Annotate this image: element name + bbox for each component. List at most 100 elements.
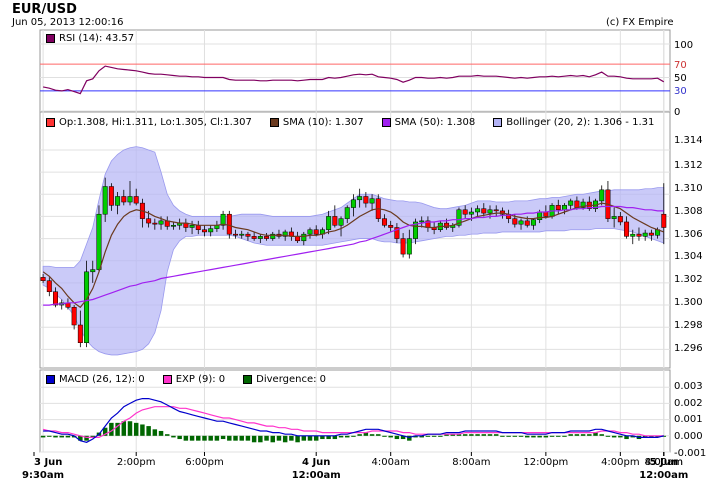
divergence-bar (301, 435, 307, 441)
divergence-bar (345, 435, 350, 438)
divergence-bar (351, 435, 356, 437)
rsi-tick-0: 0 (674, 107, 680, 118)
divergence-bar (574, 434, 580, 436)
divergence-bar (357, 434, 362, 436)
sma10-legend-text: SMA (10): 1.307 (282, 117, 364, 128)
rsi-tick-70: 70 (674, 60, 687, 71)
divergence-bar (264, 435, 269, 441)
x-tick-label: 8:00am (452, 457, 490, 468)
candle-body (152, 222, 158, 225)
candle-body (419, 220, 425, 223)
divergence-bar (258, 435, 263, 443)
divergence-bar (214, 435, 220, 441)
candle-body (313, 229, 319, 235)
x-tick-label: 8:00am (645, 457, 683, 468)
rsi-tick-30: 30 (674, 86, 687, 97)
candle-body (46, 280, 52, 293)
divergence-bar (146, 426, 151, 436)
candle-body (338, 218, 344, 226)
divergence-bar (562, 435, 567, 437)
candle-body (599, 189, 605, 202)
exp-swatch (162, 375, 172, 384)
candle-body (71, 307, 77, 326)
candle-body (53, 291, 59, 306)
x-tick-label: 6:00pm (185, 457, 224, 468)
candle-body (537, 211, 543, 220)
divergence-bar (605, 435, 611, 437)
candle-body (295, 236, 301, 242)
divergence-bar (133, 422, 139, 436)
candle-body (481, 208, 487, 214)
divergence-bar (487, 434, 493, 436)
divergence-bar (177, 435, 182, 440)
macd-tick: 0.003 (674, 381, 703, 392)
candle-body (475, 208, 481, 213)
x-tick-label: 3 Jun (34, 457, 62, 468)
candle-body (611, 216, 617, 219)
rsi-legend-text: RSI (14): 43.57 (59, 33, 135, 44)
divergence-bar (580, 434, 586, 436)
divergence-bar (537, 435, 542, 438)
divergence-bar (376, 434, 381, 436)
divergence-bar (587, 434, 592, 436)
candle-body (661, 213, 667, 228)
divergence-bar (500, 435, 505, 437)
divergence-bar (208, 435, 213, 441)
bollinger-legend-text: Bollinger (20, 2): 1.306 - 1.31 (506, 117, 655, 128)
divergence-bar (394, 435, 400, 440)
x-tick-label: 12:00pm (523, 457, 568, 468)
divergence-legend-text: Divergence: 0 (256, 374, 327, 385)
candle-body (40, 277, 46, 281)
rsi-legend: RSI (14): 43.57 (46, 33, 134, 44)
candle-body (301, 233, 307, 242)
divergence-bar (127, 421, 133, 436)
candle-body (630, 233, 636, 237)
candle-body (487, 209, 493, 214)
candle-body (636, 233, 642, 237)
candle-body (115, 196, 121, 206)
candle-body (332, 216, 338, 226)
candle-body (555, 205, 561, 211)
x-axis-labels: 3 Jun 9:30am 2:00pm 6:00pm 4 Jun 12:00am 4:00a… (22, 452, 688, 481)
candle-body (543, 211, 549, 217)
divergence-bar (140, 424, 145, 436)
price-tick: 1.314 (674, 135, 703, 146)
candle-body (239, 233, 245, 236)
price-tick: 1.312 (674, 160, 703, 171)
divergence-bar (245, 435, 251, 441)
candle-body (369, 198, 375, 204)
divergence-bar (549, 435, 555, 437)
divergence-bar (369, 434, 375, 436)
divergence-bar (202, 435, 207, 441)
bollinger-swatch (493, 118, 503, 127)
sma50-legend-text: SMA (50): 1.308 (394, 117, 476, 128)
divergence-bar (251, 435, 257, 443)
divergence-bar (431, 435, 437, 437)
candle-body (133, 196, 139, 204)
price-tick: 1.296 (674, 343, 703, 354)
candle-body (617, 216, 623, 223)
candle-body (518, 220, 524, 225)
divergence-bar (525, 435, 530, 438)
x-tick-label: 2:00pm (117, 457, 156, 468)
ohlc-legend-text: Op:1.308, Hi:1.311, Lo:1.305, Cl:1.307 (59, 117, 252, 128)
divergence-swatch (243, 375, 253, 384)
chart-canvas: 100 70 50 30 0 1.314 1.312 1.310 1.308 1… (22, 29, 706, 481)
rsi-tick-100: 100 (674, 40, 693, 51)
candle-body (462, 209, 468, 215)
candle-body (233, 233, 239, 236)
price-tick: 1.310 (674, 183, 703, 194)
macd-swatch (46, 375, 55, 384)
candle-body (642, 232, 648, 237)
divergence-bar (531, 435, 536, 438)
macd-legend-text: MACD (26, 12): 0 (59, 374, 145, 385)
divergence-bar (158, 430, 164, 436)
divergence-bar (388, 435, 393, 438)
divergence-bar (121, 421, 127, 436)
price-tick: 1.302 (674, 274, 703, 285)
divergence-bar (47, 435, 52, 437)
candle-body (84, 271, 90, 343)
price-tick: 1.300 (674, 297, 703, 308)
divergence-bar (568, 434, 573, 436)
divergence-bar (239, 435, 244, 441)
